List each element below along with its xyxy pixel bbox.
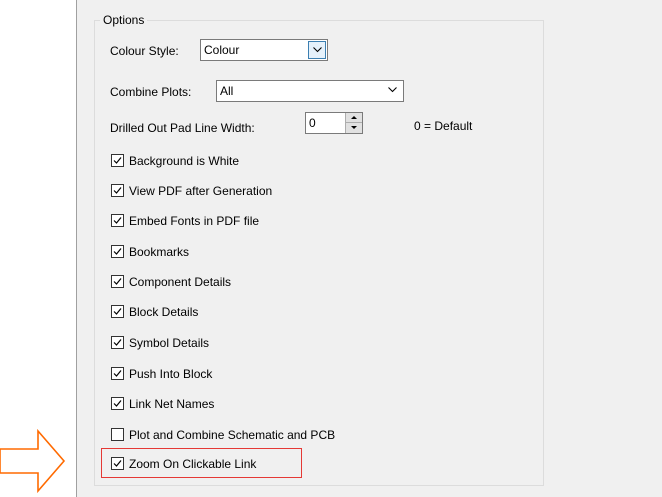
checkmark-icon bbox=[113, 400, 122, 407]
checkbox-box[interactable] bbox=[111, 428, 124, 441]
checkbox-label: Block Details bbox=[129, 305, 199, 319]
checkbox-box[interactable] bbox=[111, 245, 124, 258]
pad-line-width-hint: 0 = Default bbox=[414, 119, 473, 133]
checkbox-label: Link Net Names bbox=[129, 397, 215, 411]
checkmark-icon bbox=[113, 278, 122, 285]
checkbox-label: Bookmarks bbox=[129, 245, 190, 259]
checkbox-label: Symbol Details bbox=[129, 336, 210, 350]
checkbox-label: Background is White bbox=[129, 154, 240, 168]
colour-style-label: Colour Style: bbox=[110, 44, 179, 58]
checkmark-icon bbox=[113, 308, 122, 315]
chevron-down-icon bbox=[388, 87, 397, 93]
options-panel: Options Colour Style: Colour Combine Plo… bbox=[76, 0, 662, 497]
checkbox-box[interactable] bbox=[111, 367, 124, 380]
annotation-arrow-icon bbox=[0, 428, 66, 494]
checkmark-icon bbox=[113, 217, 122, 224]
arrow-up-icon bbox=[351, 116, 357, 119]
highlight-box bbox=[101, 448, 302, 478]
checkmark-icon bbox=[113, 157, 122, 164]
colour-style-dropdown-button[interactable] bbox=[308, 41, 326, 59]
colour-style-value: Colour bbox=[204, 43, 240, 57]
pad-line-width-label: Drilled Out Pad Line Width: bbox=[110, 121, 255, 135]
arrow-down-icon bbox=[351, 126, 357, 129]
pad-line-width-value: 0 bbox=[309, 116, 316, 130]
checkbox-box[interactable] bbox=[111, 184, 124, 197]
options-group-title: Options bbox=[100, 12, 148, 28]
checkbox-label: Embed Fonts in PDF file bbox=[129, 214, 260, 228]
checkbox-box[interactable] bbox=[111, 305, 124, 318]
checkbox-label: Push Into Block bbox=[129, 367, 213, 381]
combine-plots-dropdown-button[interactable] bbox=[384, 82, 402, 100]
combine-plots-value: All bbox=[220, 84, 234, 98]
colour-style-dropdown[interactable]: Colour bbox=[200, 39, 328, 61]
checkbox-label: View PDF after Generation bbox=[129, 184, 273, 198]
combine-plots-label: Combine Plots: bbox=[110, 85, 192, 99]
pad-line-width-spin-buttons bbox=[345, 113, 362, 133]
spin-down-button[interactable] bbox=[346, 123, 362, 133]
checkbox-box[interactable] bbox=[111, 154, 124, 167]
checkbox-box[interactable] bbox=[111, 397, 124, 410]
pad-line-width-spinbox[interactable]: 0 bbox=[305, 112, 363, 134]
spin-up-button[interactable] bbox=[346, 113, 362, 123]
checkbox-label: Component Details bbox=[129, 275, 232, 289]
checkmark-icon bbox=[113, 187, 122, 194]
combine-plots-dropdown[interactable]: All bbox=[216, 80, 404, 102]
chevron-down-icon bbox=[313, 47, 322, 53]
checkbox-box[interactable] bbox=[111, 214, 124, 227]
checkmark-icon bbox=[113, 339, 122, 346]
checkmark-icon bbox=[113, 248, 122, 255]
checkmark-icon bbox=[113, 370, 122, 377]
checkbox-label: Plot and Combine Schematic and PCB bbox=[129, 428, 336, 442]
checkbox-box[interactable] bbox=[111, 336, 124, 349]
checkbox-box[interactable] bbox=[111, 275, 124, 288]
